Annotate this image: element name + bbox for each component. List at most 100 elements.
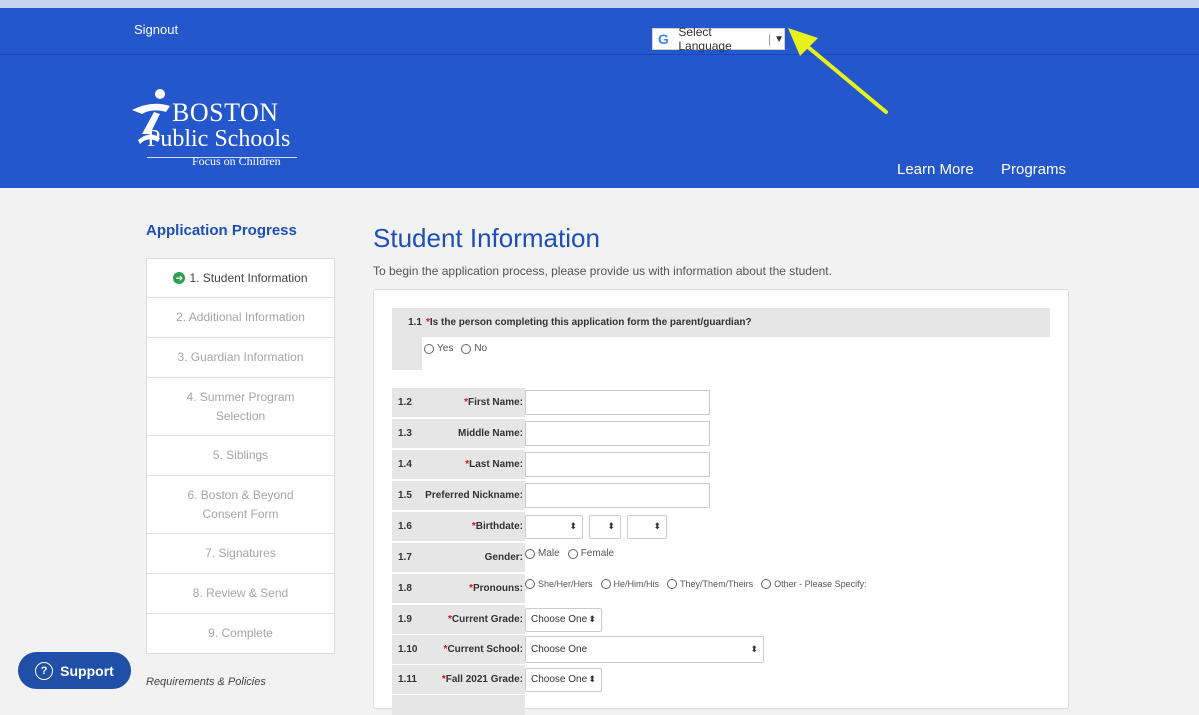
nav-programs[interactable]: Programs xyxy=(1001,161,1066,178)
field-number: 1.11 xyxy=(392,665,422,694)
question-1-1: 1.1 * Is the person completing this appl… xyxy=(392,308,1050,337)
requirements-policies-link[interactable]: Requirements & Policies xyxy=(146,676,266,688)
step-label: 1. Student Information xyxy=(189,270,308,285)
step-label: 6. Boston & Beyond Consent Form xyxy=(187,487,294,521)
step-label: 4. Summer Program Selection xyxy=(186,389,295,423)
question-text: Is the person completing this applicatio… xyxy=(429,317,752,328)
language-divider: | xyxy=(767,32,772,46)
nickname-input[interactable] xyxy=(525,483,710,508)
field-label: *Current Grade: xyxy=(422,605,525,634)
page-title: Student Information xyxy=(373,223,600,253)
step-review-send[interactable]: 8. Review & Send xyxy=(147,574,334,614)
field-label: Preferred Nickname: xyxy=(422,481,525,510)
field-number: 1.5 xyxy=(392,481,422,510)
field-number: 1.9 xyxy=(392,605,422,634)
radio-circle-icon xyxy=(525,579,535,589)
header-separator xyxy=(0,54,1199,55)
field-row-gender: 1.7 Gender: Male Female xyxy=(392,543,1042,572)
top-header: Signout G Select Language | ▼ BOSTON Pub… xyxy=(0,0,1199,188)
stepper-icon: ⬍ xyxy=(588,614,596,624)
field-row-birthdate: 1.6 *Birthdate: ⬍ ⬍ ⬍ xyxy=(392,512,1042,541)
step-label: 2. Additional Information xyxy=(176,310,305,324)
question-number: 1.1 xyxy=(408,317,422,328)
field-row-partial xyxy=(392,695,1042,715)
radio-circle-icon xyxy=(761,579,772,589)
application-progress-title: Application Progress xyxy=(146,222,297,239)
stepper-icon: ⬍ xyxy=(588,674,596,684)
form-panel: 1.1 * Is the person completing this appl… xyxy=(373,289,1069,715)
field-row-pronouns: 1.8 *Pronouns: She/Her/Hers He/Him/His T… xyxy=(392,574,1042,603)
field-row-first-name: 1.2 *First Name: xyxy=(392,388,1042,417)
field-number: 1.10 xyxy=(392,635,422,664)
radio-circle-icon xyxy=(424,343,434,354)
field-label: *Fall 2021 Grade: xyxy=(422,665,525,694)
question-number-pad xyxy=(392,337,422,370)
step-complete[interactable]: 9. Complete xyxy=(147,614,334,653)
field-row-nickname: 1.5 Preferred Nickname: xyxy=(392,481,1042,510)
field-row-fall-grade: 1.11 *Fall 2021 Grade: Choose One ⬍ xyxy=(392,665,1042,694)
birth-day-select[interactable]: ⬍ xyxy=(589,514,621,539)
language-label: Select Language xyxy=(678,25,732,53)
field-label: *First Name: xyxy=(422,388,525,417)
radio-yes[interactable]: Yes xyxy=(424,343,453,354)
field-label: *Birthdate: xyxy=(422,512,525,541)
field-row-middle-name: 1.3 Middle Name: xyxy=(392,419,1042,448)
birth-month-select[interactable]: ⬍ xyxy=(525,514,583,539)
first-name-input[interactable] xyxy=(525,390,710,415)
field-number: 1.7 xyxy=(392,543,422,572)
logo-line-2: Public Schools xyxy=(147,126,291,152)
logo-line-1: BOSTON xyxy=(172,98,279,127)
current-grade-select[interactable]: Choose One ⬍ xyxy=(525,607,602,632)
annotation-arrow-icon xyxy=(788,28,888,114)
stepper-icon: ⬍ xyxy=(653,521,661,531)
stepper-icon: ⬍ xyxy=(607,521,615,531)
current-school-select[interactable]: Choose One ⬍ xyxy=(525,636,764,663)
field-number: 1.8 xyxy=(392,574,422,603)
last-name-input[interactable] xyxy=(525,452,710,477)
field-number: 1.6 xyxy=(392,512,422,541)
radio-female[interactable]: Female xyxy=(567,548,614,559)
support-label: Support xyxy=(60,662,114,679)
stepper-icon: ⬍ xyxy=(569,521,577,531)
fall-grade-select[interactable]: Choose One ⬍ xyxy=(525,667,602,692)
field-label: *Pronouns: xyxy=(422,574,525,603)
birth-year-select[interactable]: ⬍ xyxy=(627,514,667,539)
step-label: 7. Signatures xyxy=(205,546,276,560)
radio-they[interactable]: They/Them/Theirs xyxy=(667,579,753,589)
radio-other[interactable]: Other - Please Specify: xyxy=(761,579,867,589)
bps-logo[interactable]: BOSTON Public Schools Focus on Children xyxy=(130,88,320,173)
step-siblings[interactable]: 5. Siblings xyxy=(147,436,334,476)
step-additional-information[interactable]: 2. Additional Information xyxy=(147,298,334,338)
field-number xyxy=(392,695,422,715)
support-button[interactable]: ? Support xyxy=(18,652,131,689)
radio-circle-icon xyxy=(461,343,472,354)
field-label: Middle Name: xyxy=(422,419,525,448)
radio-he[interactable]: He/Him/His xyxy=(600,579,659,589)
step-guardian-information[interactable]: 3. Guardian Information xyxy=(147,338,334,378)
step-label: 5. Siblings xyxy=(212,448,269,462)
google-g-icon: G xyxy=(658,31,669,47)
radio-she[interactable]: She/Her/Hers xyxy=(525,579,593,589)
step-boston-beyond[interactable]: 6. Boston & Beyond Consent Form xyxy=(147,476,334,534)
middle-name-input[interactable] xyxy=(525,421,710,446)
radio-circle-icon xyxy=(525,548,535,559)
step-label: 3. Guardian Information xyxy=(177,350,304,364)
check-circle-icon: ➜ xyxy=(173,272,186,284)
step-signatures[interactable]: 7. Signatures xyxy=(147,534,334,574)
intro-text: To begin the application process, please… xyxy=(373,264,832,278)
nav-learn-more[interactable]: Learn More xyxy=(897,161,974,178)
field-label: *Last Name: xyxy=(422,450,525,479)
step-student-information[interactable]: ➜ 1. Student Information xyxy=(147,259,334,298)
radio-circle-icon xyxy=(667,579,678,589)
radio-circle-icon xyxy=(600,579,611,589)
radio-no[interactable]: No xyxy=(461,343,487,354)
parent-guardian-radios: Yes No xyxy=(424,343,495,354)
field-label: *Current School: xyxy=(422,635,525,664)
language-selector[interactable]: G Select Language | ▼ xyxy=(652,25,785,53)
radio-male[interactable]: Male xyxy=(525,548,560,559)
signout-link[interactable]: Signout xyxy=(134,22,178,37)
field-label xyxy=(422,695,525,715)
step-summer-program[interactable]: 4. Summer Program Selection xyxy=(147,378,334,436)
radio-label: Yes xyxy=(437,343,454,354)
field-row-last-name: 1.4 *Last Name: xyxy=(392,450,1042,479)
